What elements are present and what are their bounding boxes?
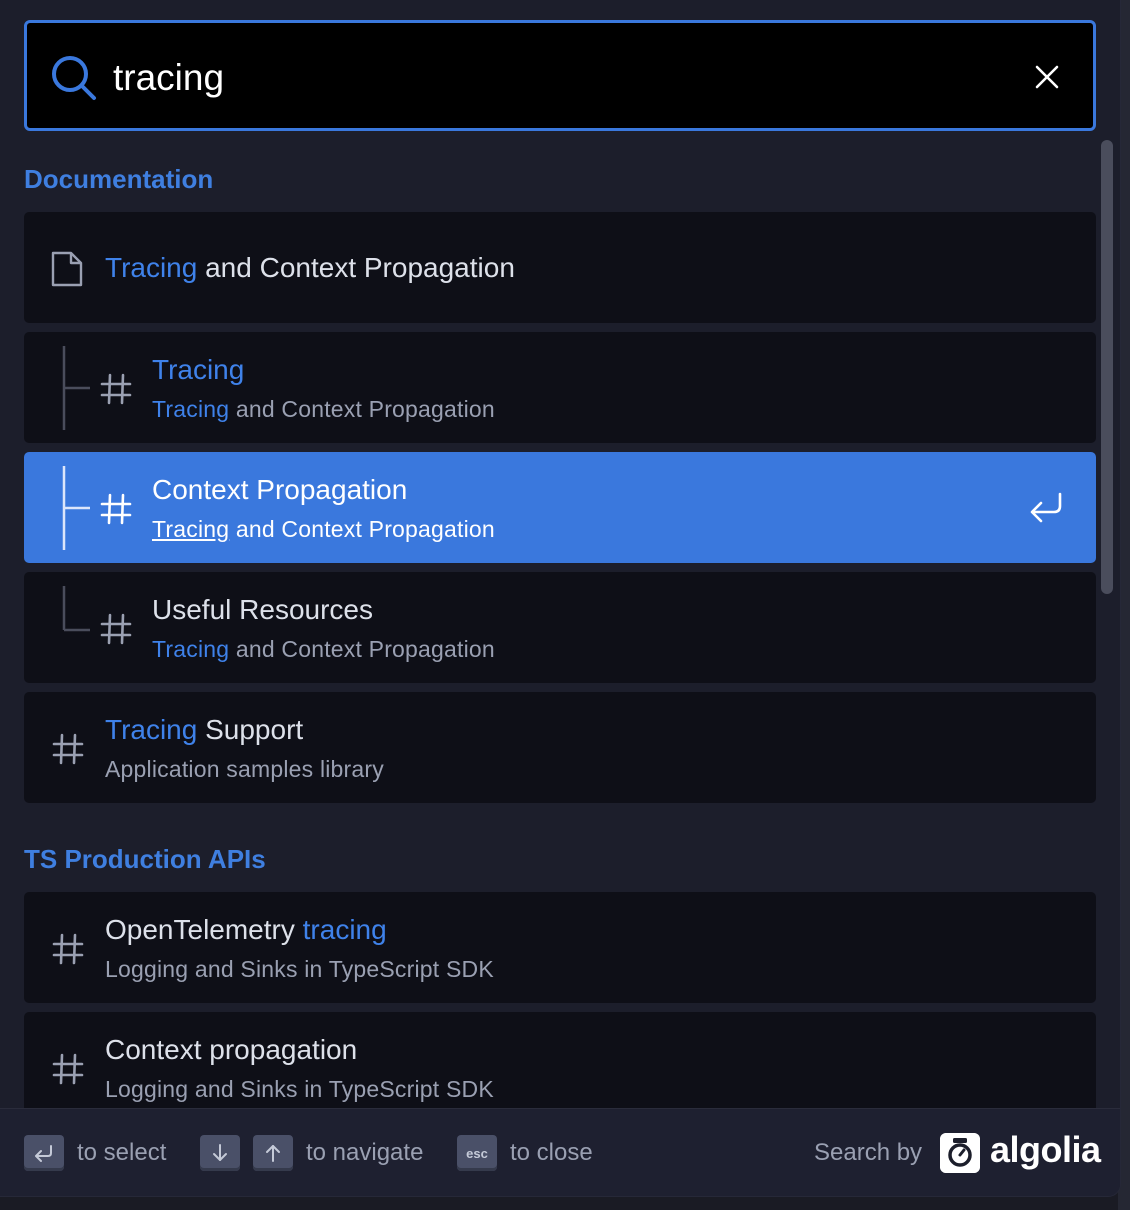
result-title: Context propagation [105,1034,358,1065]
result-path-highlight: Tracing [152,516,230,542]
result-path: Tracing and Context Propagation [152,636,495,663]
result-title-highlight: Tracing [105,714,198,745]
tree-branch-icon [62,466,90,550]
result-path: Logging and Sinks in TypeScript SDK [105,956,494,982]
search-by-label: Search by [814,1139,923,1166]
search-bar [24,20,1096,131]
result-title: Tracing Support [105,714,303,746]
result-title: Tracing and Context Propagation [105,252,515,284]
section-title-documentation: Documentation [24,164,214,194]
enter-icon [1030,492,1062,523]
hash-icon [52,1053,84,1085]
esc-key: esc [457,1135,497,1171]
result-title-rest: and Context Propagation [197,252,515,283]
result-title-highlight: tracing [302,914,387,945]
section-title-ts-production-apis: TS Production APIs [24,844,266,874]
enter-icon [35,1145,52,1162]
hash-icon [100,373,132,405]
result-item[interactable]: Tracing Support Application samples libr… [24,692,1096,803]
footer: to select to navigate esc to close Searc… [0,1108,1120,1196]
result-path-rest: and Context Propagation [229,396,495,422]
arrow-up-key [253,1135,293,1171]
result-item[interactable]: Context propagation Logging and Sinks in… [24,1012,1096,1123]
result-title: OpenTelemetry tracing [105,914,387,946]
document-icon [51,251,83,287]
result-title-rest: Support [197,714,304,745]
result-path-rest: and Context Propagation [229,516,495,542]
result-title-highlight: Tracing [105,252,198,283]
hash-icon [52,733,84,765]
close-hint: to close [510,1139,593,1166]
result-path: Application samples library [105,756,384,782]
result-title: Context Propagation [152,474,408,505]
hash-icon [100,613,132,645]
hash-icon [52,933,84,965]
arrow-down-icon [213,1144,227,1161]
scrollbar[interactable] [1101,140,1113,594]
select-hint: to select [77,1139,167,1166]
result-path: Logging and Sinks in TypeScript SDK [105,1076,494,1102]
close-icon[interactable] [1031,61,1063,93]
result-path: Tracing and Context Propagation [152,516,495,543]
result-item[interactable]: Tracing Tracing and Context Propagation [24,332,1096,443]
result-item-selected[interactable]: Context Propagation Tracing and Context … [24,452,1096,563]
enter-key [24,1135,64,1171]
result-title-highlight: Tracing [152,354,245,385]
result-title: Tracing [152,354,244,386]
arrow-down-key [200,1135,240,1171]
result-path-rest: and Context Propagation [229,636,495,662]
navigate-hint: to navigate [306,1139,424,1166]
tree-branch-icon [62,346,90,430]
algolia-logo[interactable] [940,1133,980,1173]
result-item[interactable]: Tracing and Context Propagation [24,212,1096,323]
search-icon [52,56,96,100]
result-title: Useful Resources [152,594,373,625]
result-path: Tracing and Context Propagation [152,396,495,423]
arrow-up-icon [266,1145,280,1162]
search-modal: Documentation Tracing and Context Propag… [0,0,1120,1196]
search-input[interactable] [113,53,993,103]
result-item[interactable]: OpenTelemetry tracing Logging and Sinks … [24,892,1096,1003]
result-path-highlight: Tracing [152,396,230,422]
result-item[interactable]: Useful Resources Tracing and Context Pro… [24,572,1096,683]
algolia-wordmark[interactable]: algolia [990,1129,1101,1171]
tree-end-icon [62,586,90,632]
result-path-highlight: Tracing [152,636,230,662]
hash-icon [100,493,132,525]
result-title-pre: OpenTelemetry [105,914,303,945]
